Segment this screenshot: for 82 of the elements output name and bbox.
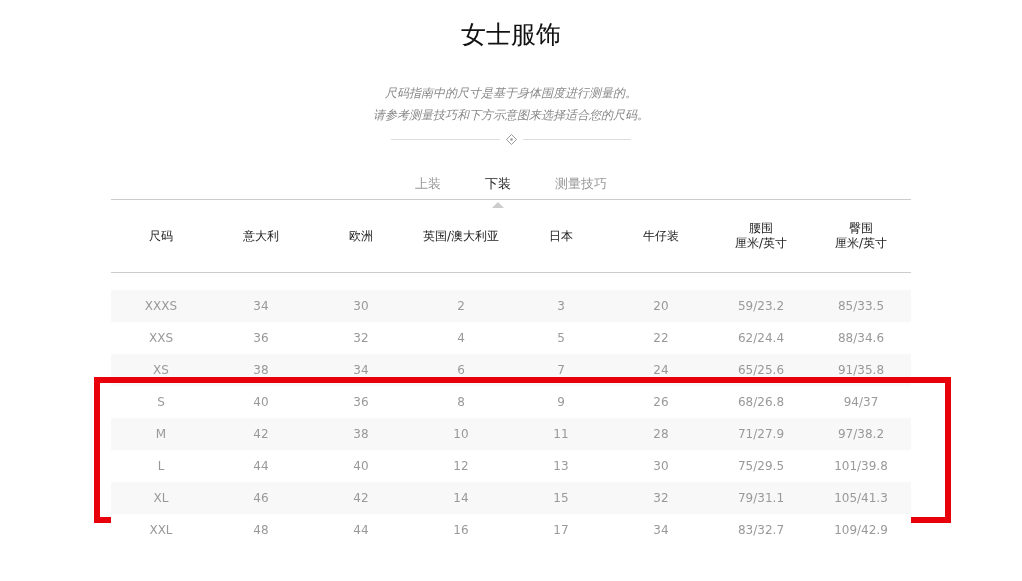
column-unit: 厘米/英寸 (734, 236, 787, 251)
table-cell-text: XL (152, 491, 170, 505)
table-cell-text: 6 (456, 363, 466, 377)
table-cell-text: 75/29.5 (737, 459, 785, 473)
table-cell-text: S (156, 395, 166, 409)
table-cell-text: 32 (352, 331, 370, 345)
table-cell-text: 32 (652, 491, 670, 505)
tab[interactable]: 下装 (485, 169, 511, 199)
column-header: 臀围 (849, 221, 873, 236)
table-cell-text: 30 (352, 299, 370, 313)
table-cell-text: 8 (456, 395, 466, 409)
diamond-ornament-icon (505, 134, 517, 145)
table-cell-text: 91/35.8 (837, 363, 885, 377)
table-cell-text: 79/31.1 (737, 491, 785, 505)
table-cell-text: 97/38.2 (837, 427, 885, 441)
tab[interactable]: 上装 (415, 169, 441, 199)
table-cell-text: 9 (556, 395, 566, 409)
table-cell-text: 17 (552, 523, 570, 537)
table-cell-text: 15 (552, 491, 570, 505)
table-cell-text: 3 (556, 299, 566, 313)
table-cell-text: 40 (352, 459, 370, 473)
table-cell-text: M (154, 427, 168, 441)
table-cell-text: 101/39.8 (833, 459, 889, 473)
table-cell-text: 10 (452, 427, 470, 441)
table-cell-text: 14 (452, 491, 470, 505)
table-cell-text: 36 (252, 331, 270, 345)
table-cell-text: 71/27.9 (737, 427, 785, 441)
table-cell-text: 42 (352, 491, 370, 505)
table-cell-text: 42 (252, 427, 270, 441)
table-cell-text: 94/37 (842, 395, 880, 409)
table-cell-text: 34 (252, 299, 270, 313)
table-cell-text: 88/34.6 (837, 331, 885, 345)
table-cell-text: 4 (456, 331, 466, 345)
table-cell-text: 109/42.9 (833, 523, 889, 537)
table-cell-text: 38 (352, 427, 370, 441)
column-header: 日本 (549, 228, 573, 244)
table-cell-text: XXXS (143, 299, 179, 313)
table-cell-text: 65/25.6 (737, 363, 785, 377)
column-header: 尺码 (149, 228, 173, 244)
intro-text: 尺码指南中的尺寸是基于身体围度进行测量的。 (385, 85, 637, 102)
table-cell-text: 85/33.5 (837, 299, 885, 313)
table-cell-text: 30 (652, 459, 670, 473)
table-cell-text: 48 (252, 523, 270, 537)
table-cell-text: 83/32.7 (737, 523, 785, 537)
column-header: 牛仔装 (643, 228, 679, 244)
column-header: 英国/澳大利亚 (422, 228, 499, 244)
tab[interactable]: 测量技巧 (555, 169, 607, 199)
table-cell-text: 24 (652, 363, 670, 377)
column-header: 欧洲 (349, 228, 373, 244)
table-cell-text: 62/24.4 (737, 331, 785, 345)
column-unit: 厘米/英寸 (834, 236, 887, 251)
table-cell-text: 20 (652, 299, 670, 313)
table-cell-text: 11 (552, 427, 570, 441)
table-cell-text: 40 (252, 395, 270, 409)
table-cell-text: XXL (148, 523, 174, 537)
table-cell-text: 28 (652, 427, 670, 441)
table-cell-text: 13 (552, 459, 570, 473)
intro-text: 请参考测量技巧和下方示意图来选择适合您的尺码。 (373, 107, 649, 124)
table-cell-text: 7 (556, 363, 566, 377)
table-cell-text: 16 (452, 523, 470, 537)
table-cell-text: 105/41.3 (833, 491, 889, 505)
table-cell-text: 5 (556, 331, 566, 345)
table-cell-text: 44 (252, 459, 270, 473)
table-cell-text: XXS (147, 331, 175, 345)
table-cell-text: 68/26.8 (737, 395, 785, 409)
table-cell-text: 46 (252, 491, 270, 505)
column-header: 意大利 (243, 228, 279, 244)
table-cell-text: 22 (652, 331, 670, 345)
table-cell-text: 44 (352, 523, 370, 537)
table-cell-text: 2 (456, 299, 466, 313)
table-cell-text: 26 (652, 395, 670, 409)
table-cell-text: 34 (652, 523, 670, 537)
tab-pointer-icon (492, 202, 504, 208)
column-header: 腰围 (749, 221, 773, 236)
table-cell-text: XS (152, 363, 170, 377)
table-cell-text: 38 (252, 363, 270, 377)
table-cell-text: 59/23.2 (737, 299, 785, 313)
table-cell-text: L (156, 459, 166, 473)
table-cell-text: 12 (452, 459, 470, 473)
table-cell-text: 34 (352, 363, 370, 377)
page-title: 女士服饰 (461, 19, 561, 51)
table-cell-text: 36 (352, 395, 370, 409)
